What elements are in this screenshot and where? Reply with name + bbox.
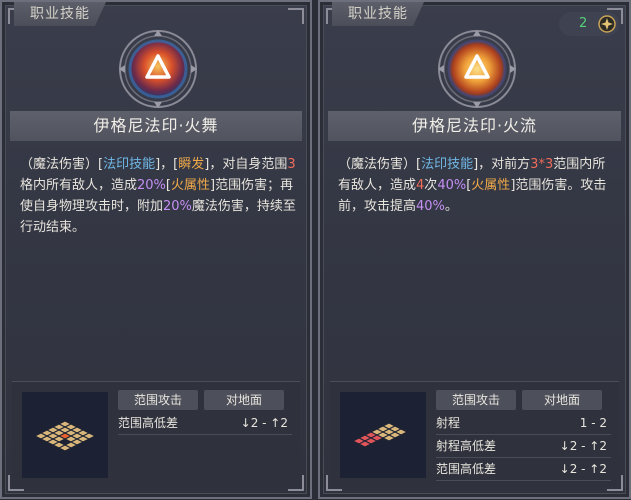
fire-sign-icon [119, 30, 197, 108]
range-info-panel: 范围攻击 对地面 射程 1 - 2 射程高低差 ↓2 - ↑2 范围高低差 ↓2… [330, 381, 619, 487]
skill-card-right[interactable]: 职业技能 2 伊格尼法印·火流 （魔法伤害）[法印技能]，对前方3*3范围内所有… [318, 0, 631, 499]
gear-coin-icon [598, 15, 616, 33]
element-keyword: 火属性 [471, 178, 511, 193]
range-info-panel: 范围攻击 对地面 范围高低差 ↓2 - ↑2 [12, 381, 300, 487]
attack-tags: 范围攻击 对地面 [436, 390, 613, 412]
stat-value: 1 - 2 [579, 416, 607, 430]
stat-row-range-height-diff: 射程高低差 ↓2 - ↑2 [436, 435, 611, 458]
stat-value: ↓2 - ↑2 [240, 416, 288, 430]
skill-card-left[interactable]: 职业技能 伊格尼法印·火舞 （魔法伤害）[法印技能]，[瞬发]，对自身范围3格内… [0, 0, 312, 499]
resource-counter: 2 [559, 12, 619, 36]
counter-value: 2 [579, 16, 588, 31]
stat-row-range: 射程 1 - 2 [436, 412, 611, 435]
bonus-percent: 40% [416, 199, 445, 214]
stat-label: 范围高低差 [436, 462, 497, 476]
skill-type-keyword: 法印技能 [421, 157, 474, 172]
stat-value: ↓2 - ↑2 [559, 439, 607, 453]
skill-title: 伊格尼法印·火舞 [10, 111, 302, 141]
element-keyword: 火属性 [171, 178, 211, 193]
tag-ground: 对地面 [522, 390, 602, 410]
skill-title: 伊格尼法印·火流 [328, 111, 621, 141]
stat-label: 范围高低差 [118, 416, 179, 430]
stat-row-height-diff: 范围高低差 ↓2 - ↑2 [118, 412, 292, 435]
skill-description: （魔法伤害）[法印技能]，对前方3*3范围内所有敌人，造成4次40%[火属性]范… [338, 157, 607, 214]
stat-label: 射程 [436, 416, 461, 430]
skill-type-keyword: 法印技能 [103, 157, 156, 172]
stat-label: 射程高低差 [436, 439, 497, 453]
range-value: 3 [287, 157, 296, 172]
instant-keyword: 瞬发 [178, 157, 205, 172]
skill-description: （魔法伤害）[法印技能]，[瞬发]，对自身范围3格内所有敌人，造成20%[火属性… [20, 157, 296, 235]
damage-percent: 40% [437, 178, 467, 193]
card-category-tag: 职业技能 [332, 2, 424, 26]
attack-tags: 范围攻击 对地面 [118, 390, 294, 412]
bonus-percent: 20% [163, 199, 192, 214]
stat-row-area-height-diff: 范围高低差 ↓2 - ↑2 [436, 458, 611, 481]
card-category-tag: 职业技能 [14, 2, 106, 26]
range-map [22, 392, 108, 478]
fire-sign-icon [438, 30, 516, 108]
area-value: 3*3 [530, 157, 554, 172]
range-map [340, 392, 426, 478]
stat-value: ↓2 - ↑2 [559, 462, 607, 476]
tag-aoe: 范围攻击 [436, 390, 516, 410]
damage-percent: 20% [137, 178, 166, 193]
frame-corner [288, 8, 304, 24]
tag-aoe: 范围攻击 [118, 390, 198, 410]
tag-ground: 对地面 [204, 390, 284, 410]
